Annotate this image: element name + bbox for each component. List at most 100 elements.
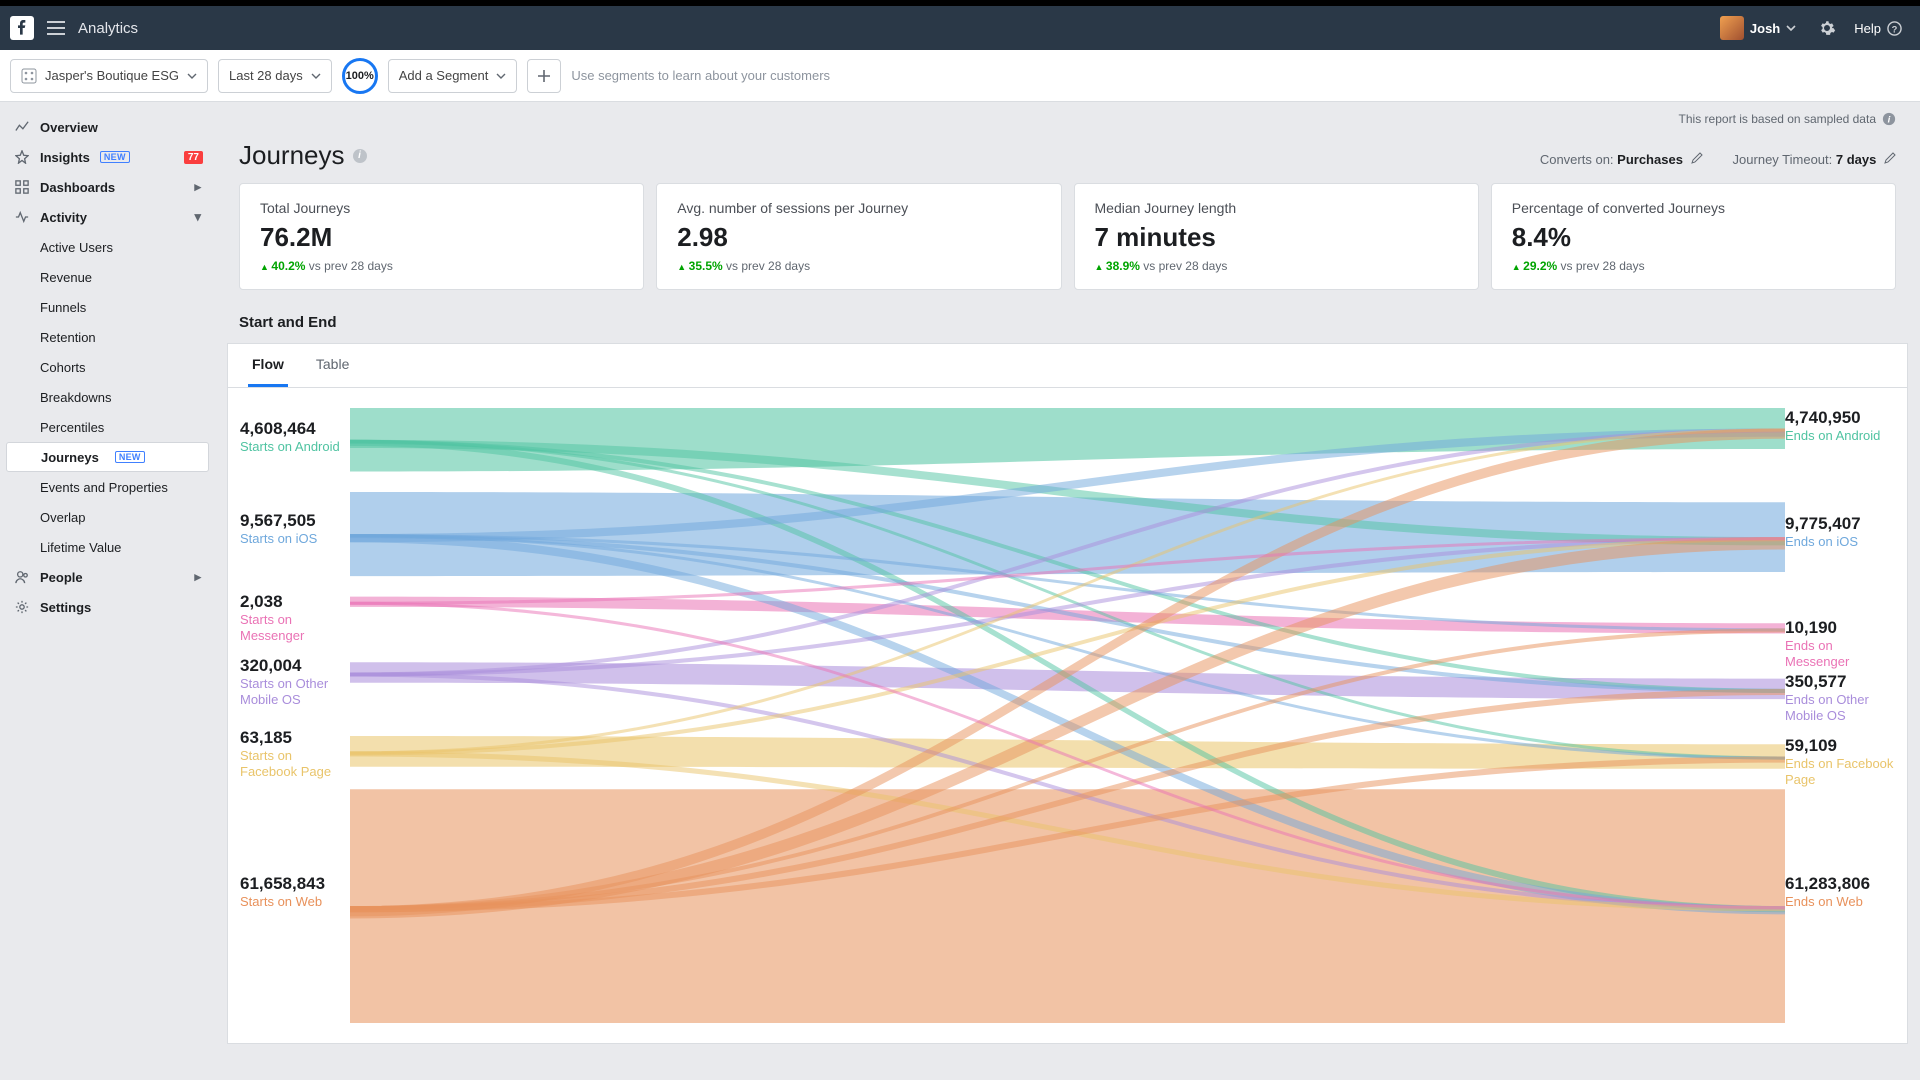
- add-segment-dropdown[interactable]: Add a Segment: [388, 59, 518, 93]
- facebook-logo-icon[interactable]: [10, 16, 34, 40]
- app-header: Analytics Josh Help ?: [0, 6, 1920, 50]
- gear-icon[interactable]: [1816, 17, 1838, 39]
- kpi-card[interactable]: Median Journey length 7 minutes 38.9% vs p…: [1074, 183, 1479, 290]
- sankey-node-label: 9,775,407Ends on iOS: [1785, 514, 1895, 550]
- help-button[interactable]: Help ?: [1854, 21, 1902, 36]
- activity-icon: [14, 209, 30, 225]
- converts-on-setting[interactable]: Converts on: Purchases: [1540, 152, 1703, 167]
- pencil-icon: [1884, 152, 1896, 164]
- sankey-starts-labels: 4,608,464Starts on Android 9,567,505Start…: [240, 408, 350, 1008]
- kpi-value: 76.2M: [260, 222, 623, 253]
- kpi-value: 2.98: [677, 222, 1040, 253]
- chevron-down-icon: [187, 71, 197, 81]
- sankey-node-label: 2,038Starts on Messenger: [240, 592, 350, 643]
- sankey-ends-labels: 4,740,950Ends on Android 9,775,407Ends on…: [1785, 408, 1895, 1008]
- source-icon: [21, 68, 37, 84]
- sidebar: Overview Insights NEW 77 Dashboards ▸ Ac…: [0, 102, 215, 1080]
- sidebar-item-overview[interactable]: Overview: [0, 112, 215, 142]
- info-icon[interactable]: i: [1882, 112, 1896, 126]
- hamburger-menu-icon[interactable]: [44, 16, 68, 40]
- sankey-node-label: 10,190Ends on Messenger: [1785, 618, 1895, 669]
- kpi-delta: 40.2% vs prev 28 days: [260, 259, 623, 273]
- sankey-node-label: 350,577Ends on Other Mobile OS: [1785, 672, 1895, 723]
- sidebar-item-insights[interactable]: Insights NEW 77: [0, 142, 215, 172]
- user-menu[interactable]: Josh: [1720, 16, 1796, 40]
- chevron-down-icon: ▾: [194, 209, 201, 225]
- chart-icon: [14, 119, 30, 135]
- page-title: Journeys i: [239, 140, 367, 171]
- tab-table[interactable]: Table: [312, 344, 353, 387]
- sidebar-item-cohorts[interactable]: Cohorts: [0, 352, 215, 382]
- sankey-node-label: 9,567,505Starts on iOS: [240, 511, 350, 547]
- svg-text:i: i: [1888, 115, 1891, 126]
- sample-percent-indicator[interactable]: 100%: [342, 58, 378, 94]
- sidebar-item-dashboards[interactable]: Dashboards ▸: [0, 172, 215, 202]
- kpi-label: Avg. number of sessions per Journey: [677, 200, 1040, 216]
- sidebar-item-activity[interactable]: Activity ▾: [0, 202, 215, 232]
- sidebar-item-journeys[interactable]: Journeys NEW: [6, 442, 209, 472]
- gear-icon: [14, 599, 30, 615]
- chevron-right-icon: ▸: [194, 569, 201, 585]
- kpi-value: 8.4%: [1512, 222, 1875, 253]
- kpi-delta: 38.9% vs prev 28 days: [1095, 259, 1458, 273]
- kpi-value: 7 minutes: [1095, 222, 1458, 253]
- caret-down-icon: [1786, 23, 1796, 33]
- sidebar-item-overlap[interactable]: Overlap: [0, 502, 215, 532]
- sankey-node-label: 59,109Ends on Facebook Page: [1785, 736, 1895, 787]
- add-segment-button[interactable]: [527, 59, 561, 93]
- sidebar-item-people[interactable]: People ▸: [0, 562, 215, 592]
- kpi-row: Total Journeys 76.2M 40.2% vs prev 28 days…: [215, 183, 1920, 290]
- chevron-down-icon: [496, 71, 506, 81]
- view-tabs: Flow Table: [228, 344, 1907, 388]
- sampled-data-notice: This report is based on sampled data i: [215, 102, 1920, 126]
- journey-timeout-setting[interactable]: Journey Timeout: 7 days: [1733, 152, 1896, 167]
- sidebar-item-percentiles[interactable]: Percentiles: [0, 412, 215, 442]
- sankey-node-label: 63,185Starts on Facebook Page: [240, 728, 350, 779]
- source-selector[interactable]: Jasper's Boutique ESG: [10, 59, 208, 93]
- sankey-node-label: 4,608,464Starts on Android: [240, 419, 350, 455]
- kpi-label: Median Journey length: [1095, 200, 1458, 216]
- sankey-node-label: 61,283,806Ends on Web: [1785, 874, 1895, 910]
- filter-bar: Jasper's Boutique ESG Last 28 days 100% …: [0, 50, 1920, 102]
- help-icon: ?: [1887, 21, 1902, 36]
- chevron-right-icon: ▸: [194, 179, 201, 195]
- sidebar-item-settings[interactable]: Settings: [0, 592, 215, 622]
- plus-icon: [537, 69, 551, 83]
- kpi-delta: 29.2% vs prev 28 days: [1512, 259, 1875, 273]
- kpi-label: Total Journeys: [260, 200, 623, 216]
- new-badge: NEW: [115, 451, 145, 463]
- star-icon: [14, 149, 30, 165]
- kpi-label: Percentage of converted Journeys: [1512, 200, 1875, 216]
- svg-text:?: ?: [1892, 24, 1898, 34]
- kpi-card[interactable]: Avg. number of sessions per Journey 2.98 3…: [656, 183, 1061, 290]
- sankey-node-label: 4,740,950Ends on Android: [1785, 408, 1895, 444]
- sidebar-item-events[interactable]: Events and Properties: [0, 472, 215, 502]
- date-range-selector[interactable]: Last 28 days: [218, 59, 332, 93]
- sidebar-item-active-users[interactable]: Active Users: [0, 232, 215, 262]
- avatar: [1720, 16, 1744, 40]
- sankey-node-label: 61,658,843Starts on Web: [240, 874, 350, 910]
- count-badge: 77: [184, 151, 203, 164]
- sidebar-item-ltv[interactable]: Lifetime Value: [0, 532, 215, 562]
- sidebar-item-funnels[interactable]: Funnels: [0, 292, 215, 322]
- chevron-down-icon: [311, 71, 321, 81]
- kpi-card[interactable]: Total Journeys 76.2M 40.2% vs prev 28 days: [239, 183, 644, 290]
- new-badge: NEW: [100, 151, 130, 163]
- people-icon: [14, 569, 30, 585]
- sankey-node-label: 320,004Starts on Other Mobile OS: [240, 656, 350, 707]
- main-content: This report is based on sampled data i J…: [215, 102, 1920, 1080]
- info-icon[interactable]: i: [353, 149, 367, 163]
- pencil-icon: [1691, 152, 1703, 164]
- app-title: Analytics: [78, 20, 138, 37]
- grid-icon: [14, 179, 30, 195]
- kpi-delta: 35.5% vs prev 28 days: [677, 259, 1040, 273]
- sidebar-item-retention[interactable]: Retention: [0, 322, 215, 352]
- sidebar-item-revenue[interactable]: Revenue: [0, 262, 215, 292]
- kpi-card[interactable]: Percentage of converted Journeys 8.4% 29.2…: [1491, 183, 1896, 290]
- section-title-start-end: Start and End: [215, 290, 1920, 343]
- tab-flow[interactable]: Flow: [248, 344, 288, 387]
- sidebar-item-breakdowns[interactable]: Breakdowns: [0, 382, 215, 412]
- segment-hint: Use segments to learn about your custome…: [571, 68, 830, 83]
- sankey-chart[interactable]: [350, 408, 1785, 1023]
- flow-card: Flow Table 4,608,464Starts on Android 9,5…: [227, 343, 1908, 1044]
